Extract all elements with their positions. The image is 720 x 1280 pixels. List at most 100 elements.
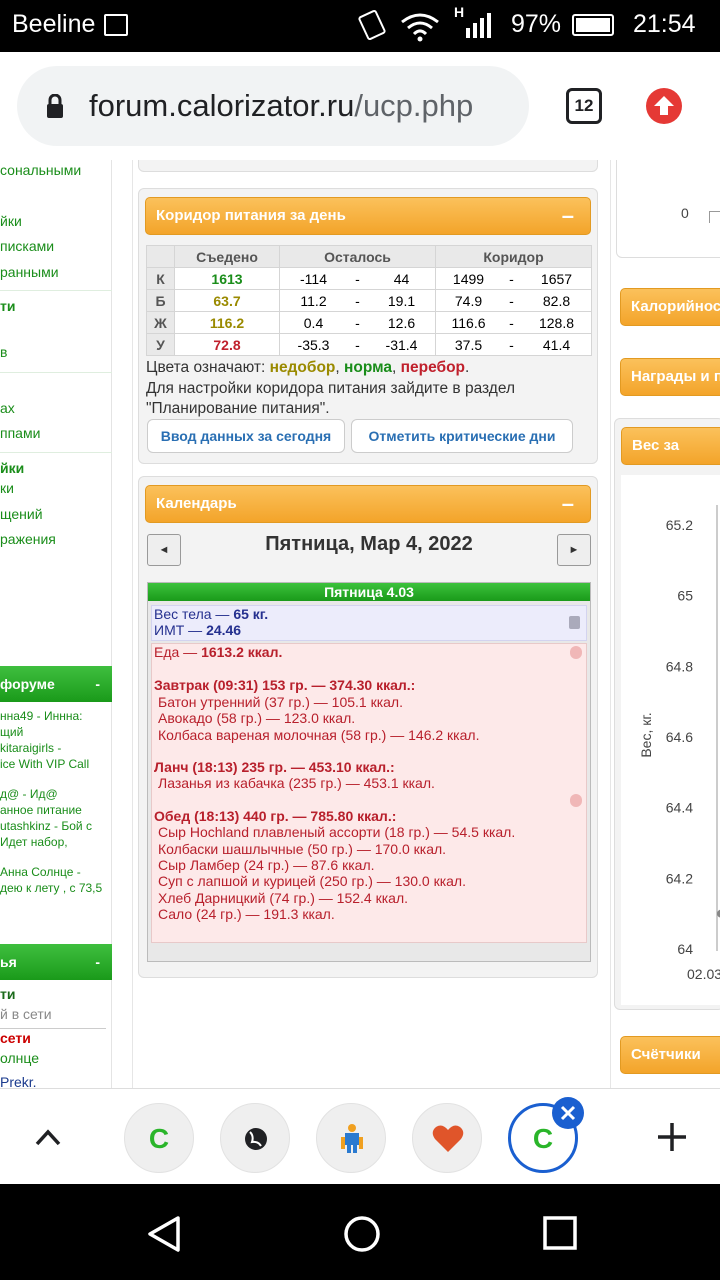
forum-line[interactable]: ice With VIP Call — [0, 756, 112, 772]
corridor-range: 37.5-41.4 — [435, 333, 592, 356]
hand-icon[interactable] — [570, 794, 582, 807]
mark-critical-days-button[interactable]: Отметить критические дни — [351, 419, 573, 453]
carrier-name: Beeline — [12, 10, 96, 38]
meal-item[interactable]: Авокадо (58 гр.) — 123.0 ккал. — [154, 710, 586, 726]
forum-line[interactable]: щий — [0, 724, 112, 740]
counters-header[interactable]: Счётчики — [620, 1036, 720, 1074]
tab-globe[interactable] — [220, 1103, 290, 1173]
y-tick-label: 64.2 — [666, 870, 693, 886]
forum-line[interactable]: Анна Солнце - — [0, 864, 112, 880]
sidebar-item[interactable]: ражения — [0, 531, 56, 547]
meal-item[interactable]: Колбаса вареная молочная (58 гр.) — 146.… — [154, 727, 586, 743]
upload-arrow-icon[interactable] — [646, 88, 682, 124]
forum-line[interactable]: д@ - Ид@ — [0, 786, 112, 802]
sidebar-item[interactable]: сональными — [0, 162, 81, 178]
column-header: Коридор — [435, 245, 592, 268]
sidebar-item[interactable]: писками — [0, 238, 54, 254]
eaten-value: 63.7 — [174, 289, 280, 312]
forum-line[interactable]: нна49 - Инннa: — [0, 708, 112, 724]
weight-block: Вес тела — 65 кг. ИМТ — 24.46 — [151, 605, 587, 641]
remaining-range: -35.3- -31.4 — [279, 333, 436, 356]
next-day-button[interactable]: ► — [557, 534, 591, 566]
online-subtitle: й в сети — [0, 1006, 52, 1022]
online-user[interactable]: Prekr. — [0, 1074, 37, 1088]
day-card-header[interactable]: Пятница 4.03 — [148, 583, 590, 601]
sidebar-item[interactable]: щений — [0, 506, 43, 522]
tab-switcher-button[interactable]: 12 — [566, 88, 602, 124]
heart-icon — [432, 1125, 464, 1152]
table-row: К 1613 -114-44 1499-1657 — [146, 267, 592, 290]
browser-toolbar: forum.calorizator.ru/ucp.php 12 — [0, 52, 720, 160]
eaten-value: 1613 — [174, 267, 280, 290]
scale-icon[interactable] — [569, 616, 580, 629]
meal-item[interactable]: Сыр Hochland плавленый ассорти (18 гр.) … — [154, 824, 586, 840]
calories-header[interactable]: Калорийност — [620, 288, 720, 326]
close-tab-icon[interactable] — [552, 1097, 584, 1129]
forum-line[interactable]: дею к лету , с 73,5 — [0, 880, 112, 896]
meal-item[interactable]: Колбаски шашлычные (50 гр.) — 170.0 ккал… — [154, 841, 586, 857]
remaining-range: -114-44 — [279, 267, 436, 290]
eaten-value: 72.8 — [174, 333, 280, 356]
corridor-table: Съедено Осталось Коридор К 1613 -114-44 149… — [146, 245, 592, 356]
meal: Ланч (18:13) 235 гр. — 453.10 ккал.: Лаза… — [154, 759, 586, 792]
weight-value: 65 кг. — [233, 606, 269, 622]
meal-item[interactable]: Лазанья из кабачка (235 гр.) — 453.1 кка… — [154, 775, 586, 791]
hand-icon[interactable] — [570, 646, 582, 659]
meal-item[interactable]: Хлеб Дарницкий (74 гр.) — 152.4 ккал. — [154, 890, 586, 906]
tab-calorizator[interactable]: C — [124, 1103, 194, 1173]
home-icon[interactable] — [342, 1214, 382, 1254]
meal-item[interactable]: Сыр Ламбер (24 гр.) — 87.6 ккал. — [154, 857, 586, 873]
legend-norm: норма — [344, 359, 392, 376]
forum-line[interactable]: Идет набор, — [0, 834, 112, 850]
collapse-icon[interactable]: – — [562, 486, 574, 522]
food-block: Еда — 1613.2 ккал. Завтрак (09:31) 153 г… — [151, 643, 587, 943]
bmi-value: 24.46 — [206, 622, 242, 638]
corridor-range: 116.6-128.8 — [435, 311, 592, 334]
weight-panel: Вес за недел 65.2 65 64.8 64.6 64.4 64.2 64 Вес… — [614, 418, 720, 1010]
y-tick-label: 64.4 — [666, 800, 693, 816]
clock: 21:54 — [633, 10, 696, 38]
forum-panel-header[interactable]: форуме - — [0, 666, 112, 702]
axis-tick: 0 — [681, 205, 689, 221]
sidebar-item[interactable]: ранными — [0, 264, 59, 280]
food-total: 1613.2 ккал. — [201, 644, 283, 660]
sidebar-item[interactable]: в — [0, 344, 7, 360]
forum-line[interactable]: kitaraigirls - — [0, 740, 112, 756]
url-text[interactable]: forum.calorizator.ru/ucp.php — [89, 88, 473, 124]
weight-header[interactable]: Вес за недел — [621, 427, 720, 490]
battery-icon — [572, 14, 614, 36]
sidebar-item[interactable]: ки — [0, 480, 14, 496]
recents-icon[interactable] — [542, 1215, 578, 1251]
forum-feed: нна49 - Инннa: щий kitaraigirls - ice Wi… — [0, 708, 112, 896]
y-axis-label: Вес, кг. — [638, 712, 654, 757]
awards-header[interactable]: Награды и п — [620, 358, 720, 396]
row-label: Б — [146, 289, 175, 312]
collapse-icon[interactable]: – — [562, 198, 574, 234]
back-icon[interactable] — [144, 1214, 184, 1254]
sidebar-item[interactable]: йки — [0, 213, 22, 229]
legend-high: перебор — [400, 359, 466, 376]
corridor-range: 74.9-82.8 — [435, 289, 592, 312]
tab-fitness[interactable] — [316, 1103, 386, 1173]
enter-today-button[interactable]: Ввод данных за сегодня — [147, 419, 345, 453]
meal-item[interactable]: Суп с лапшой и курицей (250 гр.) — 130.0… — [154, 873, 586, 889]
meal-item[interactable]: Сало (24 гр.) — 191.3 ккал. — [154, 906, 586, 922]
corridor-header[interactable]: Коридор питания за день – — [145, 197, 591, 235]
online-user[interactable]: олнце — [0, 1050, 39, 1066]
previous-panel — [138, 160, 598, 172]
sidebar-item[interactable]: ах — [0, 400, 15, 416]
sidebar-item[interactable]: ппами — [0, 425, 40, 441]
add-tab-icon[interactable] — [656, 1121, 688, 1153]
online-panel-header[interactable]: ья - — [0, 944, 112, 980]
tab-heart[interactable] — [412, 1103, 482, 1173]
battery-percent: 97% — [511, 10, 562, 38]
address-bar[interactable]: forum.calorizator.ru/ucp.php — [17, 66, 529, 146]
forum-line[interactable]: анное питание — [0, 802, 112, 818]
meal-item[interactable]: Батон утренний (37 гр.) — 105.1 ккал. — [154, 694, 586, 710]
table-row: Б 63.7 11.2-19.1 74.9-82.8 — [146, 289, 592, 312]
network-type: H — [454, 4, 465, 20]
calories-chart-panel: 0 — [616, 160, 720, 258]
chevron-up-icon[interactable] — [34, 1127, 62, 1147]
forum-line[interactable]: utashkinz - Бой с — [0, 818, 112, 834]
calendar-header[interactable]: Календарь – — [145, 485, 591, 523]
